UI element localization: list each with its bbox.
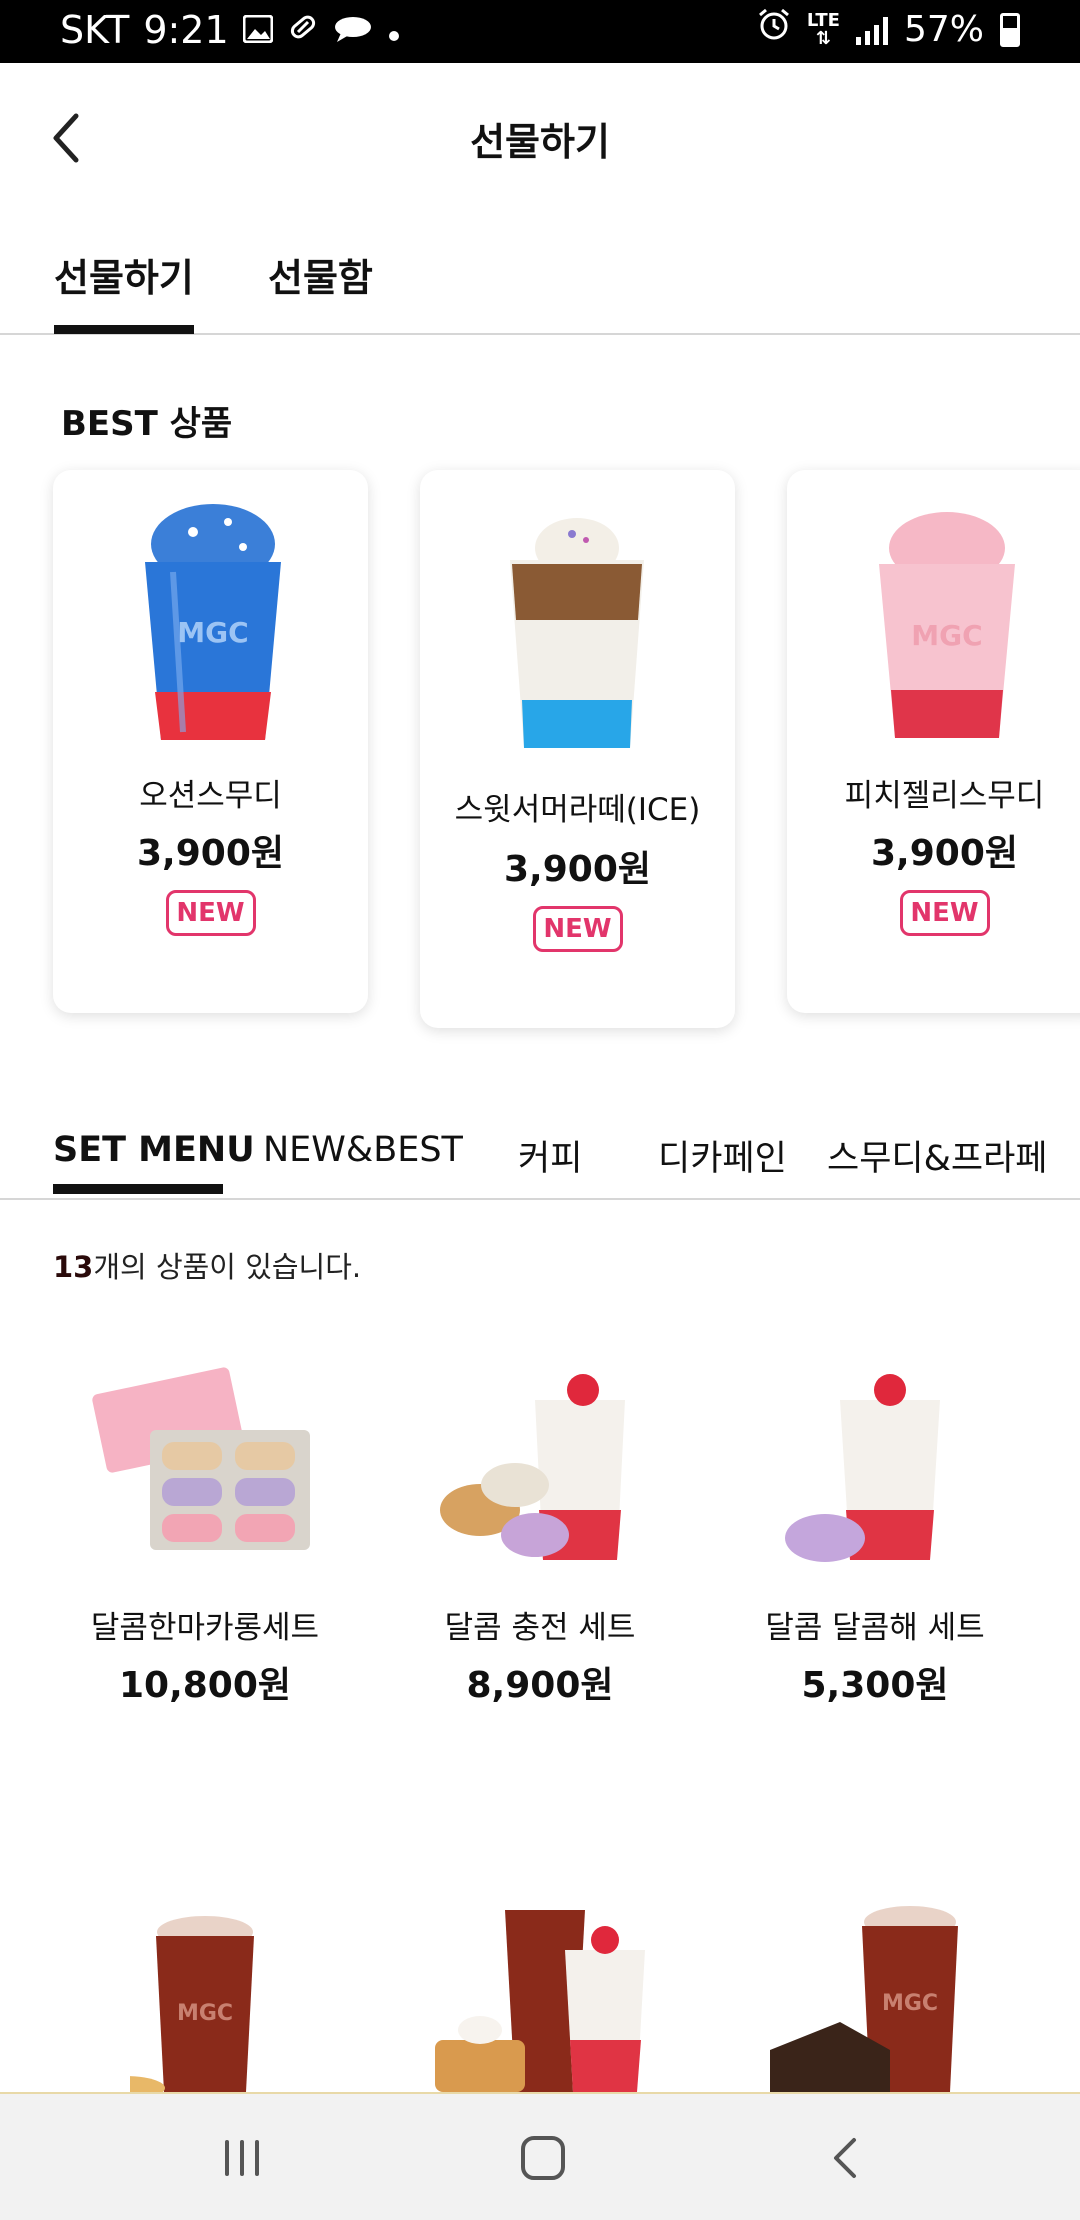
tab-new-best[interactable]: NEW&BEST: [263, 1130, 463, 1170]
tea-chocolate-cake-set-image: MGC: [770, 1906, 958, 2092]
chat-bubble-icon: [333, 8, 373, 52]
alarm-icon: [757, 8, 791, 51]
product-count: 13개의 상품이 있습니다.: [53, 1244, 361, 1286]
battery-percent: 57%: [903, 9, 984, 50]
recent-apps-icon: [225, 2140, 259, 2176]
status-left: SKT 9:21: [60, 8, 401, 52]
sweet-charge-set-image: [440, 1374, 625, 1560]
signal-strength-icon: [855, 15, 888, 45]
product-count-text: 개의 상품이 있습니다.: [93, 1250, 362, 1284]
tea-smoothie-cake-set-image: [435, 1910, 645, 2092]
app-header: 선물하기: [0, 63, 1080, 213]
product-name: 달콤한마카롱세트: [90, 1610, 320, 1646]
best-item-price: 3,900원: [871, 833, 1018, 874]
carrier-label: SKT: [60, 8, 130, 52]
status-bar: SKT 9:21 LTE ⇅ 57%: [0, 0, 1080, 63]
back-icon: [834, 2138, 856, 2178]
best-item-price: 3,900원: [137, 833, 284, 874]
best-item-card[interactable]: MGC 오션스무디 3,900원 NEW: [53, 470, 368, 1013]
tab-giftbox[interactable]: 선물함: [268, 247, 373, 302]
lte-indicator: LTE ⇅: [806, 9, 840, 49]
product-item[interactable]: 달콤 충전 세트 8,900원: [375, 1340, 705, 1710]
best-item-card[interactable]: 스윗서머라떼(ICE) 3,900원 NEW: [420, 470, 735, 1028]
best-item-name: 피치젤리스무디: [844, 778, 1045, 814]
product-name: 달콤 달콤해 세트: [765, 1610, 985, 1646]
product-item[interactable]: 달콤한마카롱세트 10,800원: [40, 1340, 370, 1710]
best-item-name: 오션스무디: [139, 778, 282, 814]
new-badge: NEW: [165, 890, 256, 936]
svg-text:MGC: MGC: [911, 619, 982, 652]
product-item[interactable]: [375, 1890, 705, 2092]
best-item-card[interactable]: MGC 피치젤리스무디 3,900원 NEW: [787, 470, 1080, 1013]
category-tab-bar: SET MENU NEW&BEST 커피 디카페인 스무디&프라페: [0, 1100, 1080, 1200]
best-section-title: BEST 상품: [61, 404, 233, 444]
svg-text:MGC: MGC: [882, 1991, 938, 2016]
tab-decaf[interactable]: 디카페인: [658, 1130, 787, 1181]
home-button[interactable]: [508, 2128, 578, 2188]
sweet-sweet-set-image: [785, 1374, 940, 1562]
ocean-smoothie-image: MGC: [145, 504, 281, 740]
tab-gift[interactable]: 선물하기: [54, 247, 194, 302]
peach-jelly-smoothie-image: MGC: [879, 512, 1015, 738]
tab-coffee[interactable]: 커피: [518, 1130, 582, 1181]
notification-dot-icon: [387, 8, 401, 52]
pill-icon: [287, 8, 319, 52]
tab-set-menu[interactable]: SET MENU: [53, 1130, 255, 1170]
best-item-name: 스윗서머라떼(ICE): [454, 792, 701, 828]
macaron-set-image: [92, 1367, 310, 1550]
sweet-summer-latte-image: [510, 518, 644, 748]
iced-tea-image: MGC: [130, 1916, 254, 2092]
svg-text:MGC: MGC: [177, 616, 248, 649]
active-category-indicator: [53, 1184, 223, 1194]
active-tab-indicator: [54, 325, 194, 334]
product-price: 8,900원: [466, 1665, 614, 1706]
new-badge: NEW: [532, 906, 623, 952]
tab-smoothie-frappe[interactable]: 스무디&프라페: [827, 1130, 1048, 1181]
top-tab-bar: 선물하기 선물함: [0, 213, 1080, 335]
battery-icon: [1000, 12, 1020, 47]
product-count-number: 13: [53, 1250, 94, 1284]
recent-apps-button[interactable]: [207, 2128, 277, 2188]
page-title: 선물하기: [470, 120, 610, 164]
system-back-button[interactable]: [810, 2128, 880, 2188]
product-item[interactable]: MGC: [40, 1890, 370, 2092]
new-badge: NEW: [899, 890, 990, 936]
product-price: 5,300원: [801, 1665, 949, 1706]
system-nav-bar: [0, 2092, 1080, 2220]
clock: 9:21: [143, 8, 229, 52]
home-icon: [521, 2136, 565, 2180]
svg-text:MGC: MGC: [177, 2001, 233, 2026]
product-item[interactable]: 달콤 달콤해 세트 5,300원: [710, 1340, 1040, 1710]
status-right: LTE ⇅ 57%: [757, 8, 1020, 51]
product-item[interactable]: MGC: [710, 1890, 1040, 2092]
product-name: 달콤 충전 세트: [444, 1610, 636, 1646]
gallery-icon: [242, 8, 274, 52]
product-price: 10,800원: [118, 1665, 292, 1706]
best-item-price: 3,900원: [504, 849, 651, 890]
